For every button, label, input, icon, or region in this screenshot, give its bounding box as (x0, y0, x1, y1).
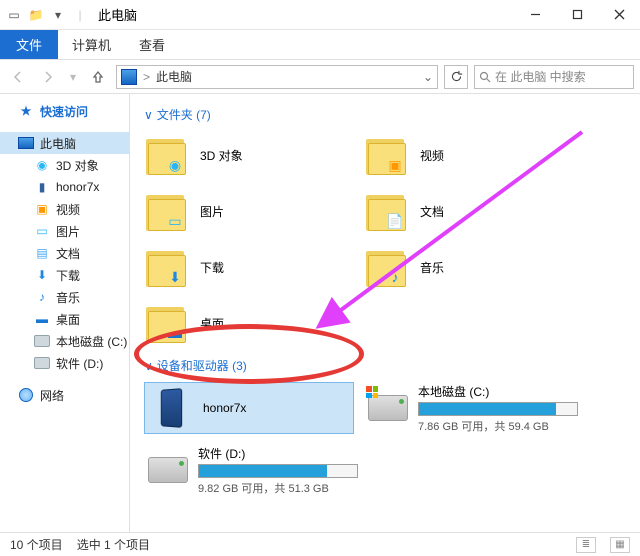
refresh-button[interactable] (444, 65, 468, 89)
folder-label: 文档 (420, 203, 444, 220)
explorer-folder-icon: 📁 (28, 7, 44, 23)
address-path: 此电脑 (156, 68, 417, 85)
sidebar-item-downloads[interactable]: ⬇下载 (0, 264, 129, 286)
up-button[interactable] (86, 65, 110, 89)
folder-label: 音乐 (420, 259, 444, 276)
star-icon: ★ (18, 103, 34, 119)
back-button[interactable] (6, 65, 30, 89)
close-button[interactable] (598, 0, 640, 30)
usage-bar (198, 464, 358, 478)
chevron-down-icon: ∨ (144, 108, 153, 122)
status-selected: 选中 1 个项目 (77, 536, 150, 553)
main-panel: ∨ 文件夹 (7) ◉ 3D 对象 ▣ 视频 ▭ 图片 📄 文档 ⬇ 下载 ♪ 音乐 ▬ 桌面 ∨ 设备和… (130, 94, 640, 532)
folder-label: 3D 对象 (200, 147, 243, 164)
nav-bar: ▾ > 此电脑 ⌄ 在 此电脑 中搜索 (0, 60, 640, 94)
this-pc-icon (18, 135, 34, 151)
folder-icon: ◉ (144, 133, 188, 177)
explorer-tab-icon: ▭ (6, 7, 22, 23)
drive-name: 本地磁盘 (C:) (418, 383, 578, 400)
document-icon: ▤ (34, 245, 50, 261)
sidebar-item-pictures[interactable]: ▭图片 (0, 220, 129, 242)
minimize-button[interactable] (514, 0, 556, 30)
view-details-button[interactable]: ≣ (576, 537, 596, 553)
address-sep-icon: > (143, 70, 150, 84)
forward-button[interactable] (36, 65, 60, 89)
folder-icon: ▭ (144, 189, 188, 233)
address-dropdown-icon[interactable]: ⌄ (423, 70, 433, 84)
folder-icon: ⬇ (144, 245, 188, 289)
sidebar: ★ 快速访问 此电脑 ◉3D 对象 ▮honor7x ▣视频 ▭图片 ▤文档 ⬇… (0, 94, 130, 532)
folder-item[interactable]: ◉ 3D 对象 (144, 131, 354, 179)
status-total: 10 个项目 (10, 536, 63, 553)
desktop-icon: ▬ (34, 311, 50, 327)
phone-icon: ▮ (34, 179, 50, 195)
folder-item[interactable]: ▣ 视频 (364, 131, 574, 179)
history-dropdown-icon[interactable]: ▾ (66, 65, 80, 89)
folder-icon: ▣ (364, 133, 408, 177)
window-title: 此电脑 (98, 5, 137, 24)
folder-label: 图片 (200, 203, 224, 220)
folder-item[interactable]: ⬇ 下载 (144, 243, 354, 291)
section-folders-header[interactable]: ∨ 文件夹 (7) (144, 106, 626, 123)
folder-item[interactable]: ▭ 图片 (144, 187, 354, 235)
drive-item[interactable]: honor7x (144, 382, 354, 434)
search-input[interactable]: 在 此电脑 中搜索 (474, 65, 634, 89)
view-icons-button[interactable]: ▦ (610, 537, 630, 553)
sidebar-item-3d[interactable]: ◉3D 对象 (0, 154, 129, 176)
picture-icon: ▭ (34, 223, 50, 239)
drive-item[interactable]: 本地磁盘 (C:)7.86 GB 可用，共 59.4 GB (364, 382, 574, 434)
folder-item[interactable]: ♪ 音乐 (364, 243, 574, 291)
folder-label: 下载 (200, 259, 224, 276)
title-bar: ▭ 📁 ▾ | 此电脑 (0, 0, 640, 30)
title-sep-icon: | (72, 7, 88, 23)
maximize-button[interactable] (556, 0, 598, 30)
windows-logo-icon (366, 386, 378, 398)
disk-icon (34, 333, 50, 349)
drive-item[interactable]: 软件 (D:)9.82 GB 可用，共 51.3 GB (144, 444, 354, 496)
cube-icon: ◉ (34, 157, 50, 173)
sidebar-network[interactable]: 网络 (0, 384, 129, 406)
search-icon (479, 71, 491, 83)
hard-drive-icon (148, 457, 188, 483)
music-icon: ♪ (34, 289, 50, 305)
sidebar-item-honor7x[interactable]: ▮honor7x (0, 176, 129, 198)
drive-free-text: 9.82 GB 可用，共 51.3 GB (198, 480, 358, 496)
phone-icon (161, 388, 182, 428)
drive-name: 软件 (D:) (198, 445, 358, 462)
folder-icon: ▬ (144, 301, 188, 345)
drive-free-text: 7.86 GB 可用，共 59.4 GB (418, 418, 578, 434)
menu-view[interactable]: 查看 (125, 30, 179, 59)
folder-item[interactable]: ▬ 桌面 (144, 299, 354, 347)
address-bar[interactable]: > 此电脑 ⌄ (116, 65, 438, 89)
title-dropdown-icon[interactable]: ▾ (50, 7, 66, 23)
hard-drive-icon (368, 395, 408, 421)
folder-label: 桌面 (200, 315, 224, 332)
menu-file[interactable]: 文件 (0, 30, 58, 59)
section-devices-header[interactable]: ∨ 设备和驱动器 (3) (144, 357, 626, 374)
usage-bar (418, 402, 578, 416)
download-icon: ⬇ (34, 267, 50, 283)
folder-item[interactable]: 📄 文档 (364, 187, 574, 235)
sidebar-item-music[interactable]: ♪音乐 (0, 286, 129, 308)
sidebar-item-desktop[interactable]: ▬桌面 (0, 308, 129, 330)
film-icon: ▣ (34, 201, 50, 217)
sidebar-quick-access[interactable]: ★ 快速访问 (0, 100, 129, 122)
menu-computer[interactable]: 计算机 (58, 30, 125, 59)
status-bar: 10 个项目 选中 1 个项目 ≣ ▦ (0, 532, 640, 556)
sidebar-item-d-drive[interactable]: 软件 (D:) (0, 352, 129, 374)
this-pc-icon (121, 69, 137, 85)
menu-bar: 文件 计算机 查看 (0, 30, 640, 60)
chevron-down-icon: ∨ (144, 359, 153, 373)
sidebar-this-pc[interactable]: 此电脑 (0, 132, 129, 154)
globe-icon (18, 387, 34, 403)
drive-name: honor7x (203, 401, 349, 415)
folder-label: 视频 (420, 147, 444, 164)
search-placeholder: 在 此电脑 中搜索 (495, 68, 586, 85)
sidebar-item-c-drive[interactable]: 本地磁盘 (C:) (0, 330, 129, 352)
folder-icon: ♪ (364, 245, 408, 289)
folder-icon: 📄 (364, 189, 408, 233)
sidebar-item-documents[interactable]: ▤文档 (0, 242, 129, 264)
disk-icon (34, 355, 50, 371)
sidebar-item-videos[interactable]: ▣视频 (0, 198, 129, 220)
